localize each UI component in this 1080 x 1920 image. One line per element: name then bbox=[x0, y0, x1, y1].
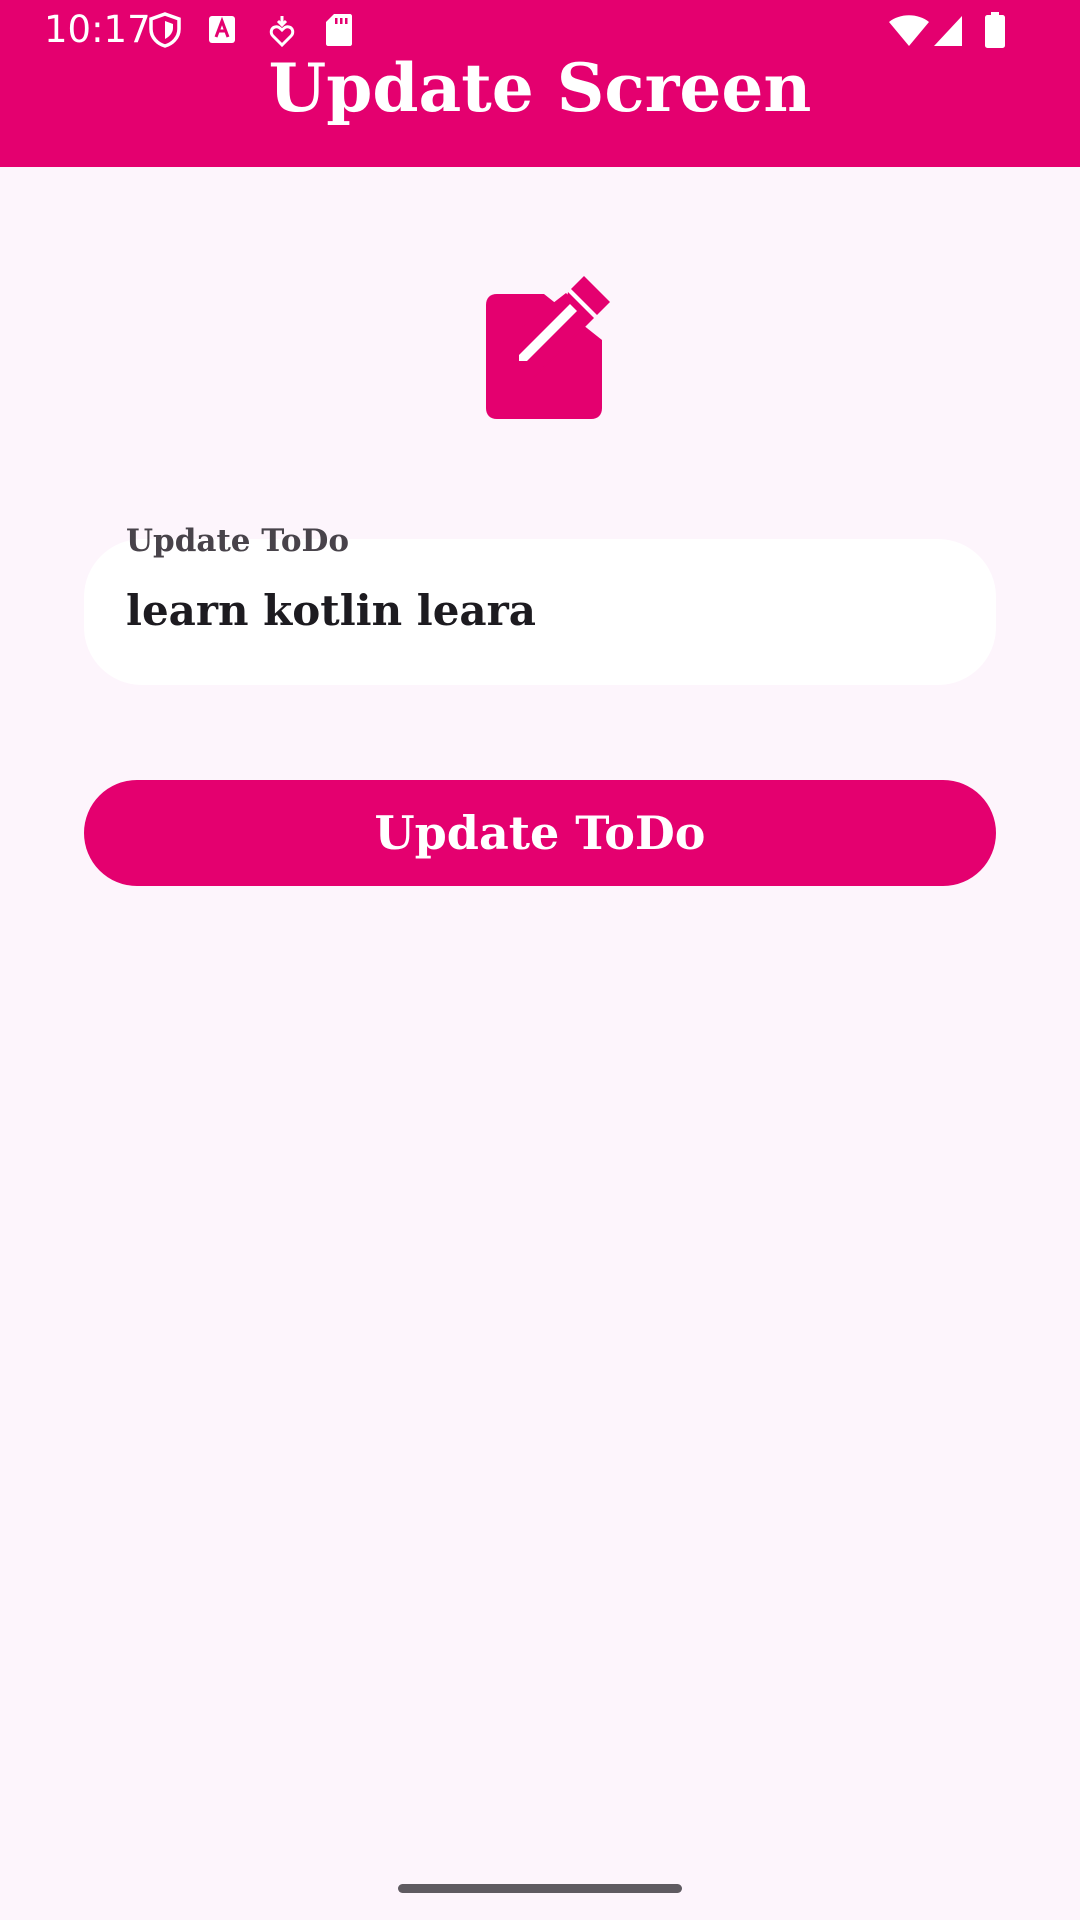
home-indicator[interactable] bbox=[398, 1884, 682, 1893]
page-title: Update Screen bbox=[268, 49, 812, 127]
heart-download-icon bbox=[269, 16, 295, 48]
sd-card-icon bbox=[326, 14, 352, 46]
font-a-icon bbox=[209, 16, 235, 43]
todo-input-value[interactable]: learn kotlin leara bbox=[126, 581, 536, 641]
battery-icon bbox=[985, 12, 1005, 48]
shield-icon bbox=[149, 12, 181, 48]
update-todo-button[interactable]: Update ToDo bbox=[84, 780, 996, 886]
edit-pencil-icon bbox=[486, 276, 610, 419]
todo-field-label: Update ToDo bbox=[126, 523, 350, 559]
wifi-icon bbox=[889, 15, 929, 46]
signal-icon bbox=[934, 16, 967, 46]
